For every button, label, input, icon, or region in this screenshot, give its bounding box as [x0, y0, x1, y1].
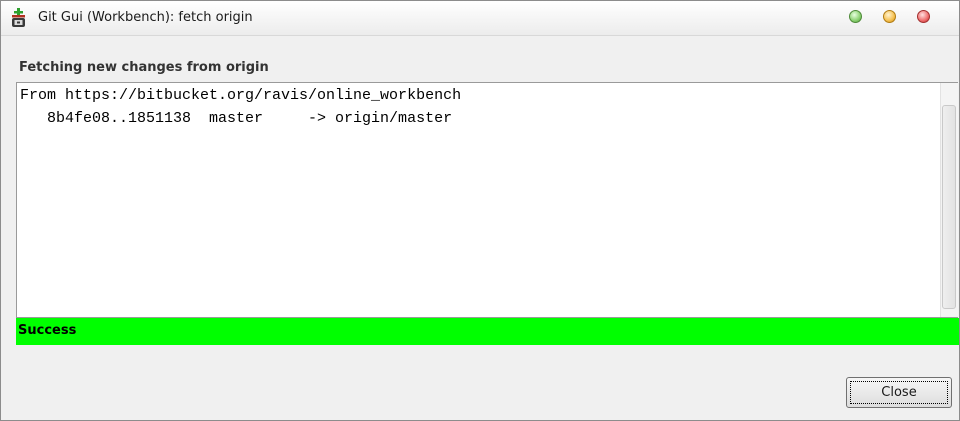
maximize-button[interactable] [883, 10, 896, 23]
window-title: Git Gui (Workbench): fetch origin [38, 10, 253, 25]
vertical-scrollbar[interactable] [940, 83, 958, 317]
close-button[interactable]: Close [846, 377, 952, 408]
status-bar: Success [16, 318, 959, 345]
console-line: 8b4fe08..1851138 master -> origin/master [20, 110, 453, 127]
console-output[interactable]: From https://bitbucket.org/ravis/online_… [16, 82, 958, 318]
dialog-heading: Fetching new changes from origin [19, 60, 269, 75]
window-close-button[interactable] [917, 10, 930, 23]
git-gui-icon [12, 8, 25, 27]
title-bar[interactable]: Git Gui (Workbench): fetch origin [1, 1, 959, 36]
status-text: Success [18, 323, 77, 338]
minimize-button[interactable] [849, 10, 862, 23]
git-gui-window: Git Gui (Workbench): fetch origin Fetchi… [0, 0, 960, 421]
close-button-label: Close [881, 385, 917, 400]
scrollbar-thumb[interactable] [942, 105, 956, 309]
console-line: From https://bitbucket.org/ravis/online_… [20, 87, 462, 104]
